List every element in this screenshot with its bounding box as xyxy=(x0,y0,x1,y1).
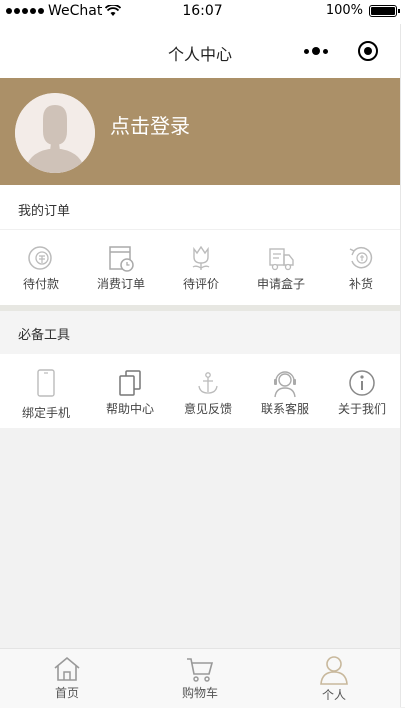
person-icon xyxy=(320,656,348,685)
right-edge xyxy=(400,24,405,707)
order-item-apply-box[interactable]: 申请盒子 xyxy=(241,243,321,292)
tab-label: 首页 xyxy=(54,686,79,700)
phone-icon xyxy=(37,369,55,397)
order-item-pending-payment[interactable]: 待付款 xyxy=(1,243,81,292)
coin-pay-icon xyxy=(28,246,52,270)
tulip-review-icon xyxy=(192,245,210,270)
order-item-label: 待付款 xyxy=(22,277,59,291)
order-item-label: 消费订单 xyxy=(96,277,145,291)
tool-label: 关于我们 xyxy=(337,402,386,416)
default-avatar-icon xyxy=(15,93,95,173)
tab-bar: 首页 购物车 个人 xyxy=(0,648,400,708)
order-item-label: 申请盒子 xyxy=(256,277,305,291)
home-icon xyxy=(54,656,80,681)
more-icon[interactable] xyxy=(304,47,328,55)
order-clock-icon xyxy=(109,246,134,272)
battery-status: 100% xyxy=(325,3,400,18)
tools-title: 必备工具 xyxy=(18,328,71,343)
tool-label: 联系客服 xyxy=(260,402,309,416)
tool-label: 帮助中心 xyxy=(105,402,154,416)
tools-header: 必备工具 xyxy=(0,311,400,354)
tool-customer-service[interactable]: 联系客服 xyxy=(245,368,325,417)
tool-label: 绑定手机 xyxy=(21,406,70,420)
orders-section: 我的订单 待付款 消费订单 待评价 申请盒子 补货 xyxy=(0,185,400,305)
restock-icon xyxy=(349,246,373,269)
tool-about-us[interactable]: 关于我们 xyxy=(322,368,402,417)
anchor-icon xyxy=(198,372,218,394)
headset-icon xyxy=(274,371,296,398)
mini-program-capsule xyxy=(286,37,378,65)
tools-section: 绑定手机 帮助中心 意见反馈 联系客服 关于我们 xyxy=(0,354,400,428)
profile-header[interactable]: 点击登录 xyxy=(0,78,400,185)
divider xyxy=(0,229,400,230)
copy-pages-icon xyxy=(119,370,141,396)
order-item-label: 待评价 xyxy=(182,277,219,291)
orders-title: 我的订单 xyxy=(18,204,71,219)
tab-home[interactable]: 首页 xyxy=(27,655,107,701)
tab-label: 购物车 xyxy=(181,686,218,700)
battery-percent: 100% xyxy=(325,3,363,18)
cart-icon xyxy=(187,658,214,682)
order-item-to-review[interactable]: 待评价 xyxy=(161,243,241,292)
avatar[interactable] xyxy=(15,93,95,173)
tab-profile[interactable]: 个人 xyxy=(294,655,374,703)
order-item-restock[interactable]: 补货 xyxy=(321,243,401,292)
delivery-truck-icon xyxy=(269,248,294,271)
info-icon xyxy=(349,370,375,396)
status-bar: WeChat 16:07 100% xyxy=(0,0,405,24)
tool-bind-phone[interactable]: 绑定手机 xyxy=(6,368,86,421)
tool-label: 意见反馈 xyxy=(183,402,232,416)
login-link[interactable]: 点击登录 xyxy=(110,110,190,139)
tab-label: 个人 xyxy=(321,688,346,702)
order-item-label: 补货 xyxy=(348,277,373,291)
close-target-icon[interactable] xyxy=(358,41,378,61)
order-item-consumption[interactable]: 消费订单 xyxy=(81,243,161,292)
tool-feedback[interactable]: 意见反馈 xyxy=(168,368,248,417)
battery-icon xyxy=(369,4,400,17)
tab-cart[interactable]: 购物车 xyxy=(160,655,240,701)
nav-bar: 个人中心 xyxy=(0,24,400,78)
tool-help-center[interactable]: 帮助中心 xyxy=(90,368,170,417)
